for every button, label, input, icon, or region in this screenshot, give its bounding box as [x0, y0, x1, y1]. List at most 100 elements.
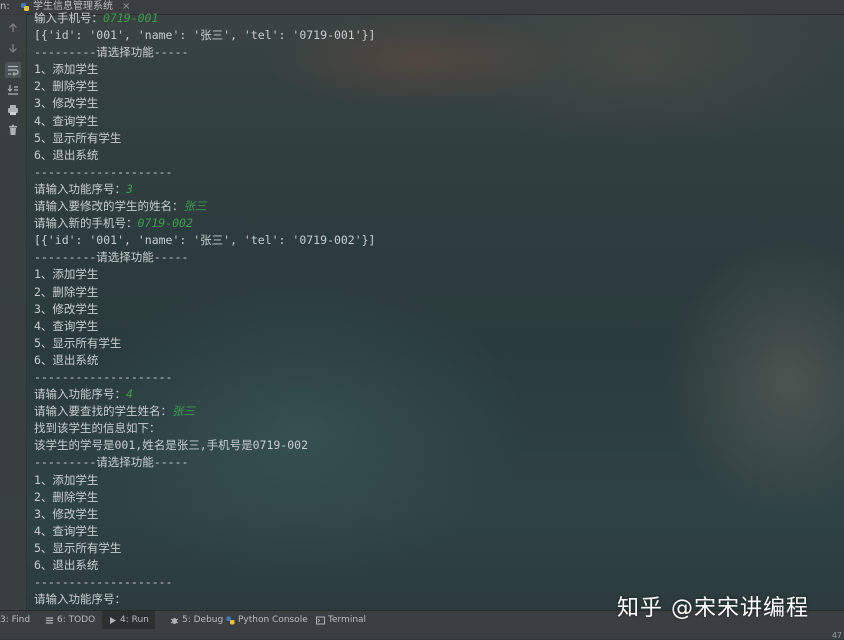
- console-line: ---------请选择功能-----: [34, 454, 834, 471]
- arrow-up-icon: [9, 23, 17, 32]
- console-output-text: 3、修改学生: [34, 506, 99, 521]
- console-line: 6、退出系统: [34, 352, 834, 369]
- status-number: 47: [831, 631, 842, 640]
- run-icon: [110, 616, 116, 624]
- console-output-text: --------------------: [34, 369, 173, 384]
- console-output-text: 2、删除学生: [34, 79, 99, 94]
- console-line: [{'id': '001', 'name': '张三', 'tel': '071…: [34, 27, 834, 44]
- console-output-text: 该学生的学号是001,姓名是张三,手机号是0719-002: [34, 438, 309, 453]
- run-label: n:: [0, 1, 10, 12]
- terminal-tab-label: Terminal: [328, 615, 367, 625]
- console-output-text: 1、添加学生: [34, 62, 99, 77]
- console-line: 该学生的学号是001,姓名是张三,手机号是0719-002: [34, 437, 834, 454]
- find-tab-label: 3: Find: [0, 615, 31, 625]
- console-user-input: 3: [126, 181, 133, 196]
- console-output-text: [{'id': '001', 'name': '张三', 'tel': '071…: [34, 233, 376, 248]
- console-line: 4、查询学生: [34, 318, 834, 335]
- run-tool-tab[interactable]: 4: Run: [102, 611, 155, 629]
- terminal-tab[interactable]: Terminal: [316, 611, 366, 629]
- console-output-text: 6、退出系统: [34, 147, 99, 162]
- console-user-input: 4: [126, 387, 133, 402]
- console-output-text: 请输入新的手机号：: [34, 216, 138, 231]
- todo-tab[interactable]: 6: TODO: [45, 611, 95, 629]
- console-output-text: 请输入功能序号：: [34, 592, 126, 607]
- console-line: 输入手机号：0719-001: [34, 10, 834, 27]
- console-output-text: 1、添加学生: [34, 472, 99, 487]
- debug-tab-label: 5: Debug: [182, 615, 224, 625]
- console-line: 找到该学生的信息如下：: [34, 420, 834, 437]
- zhihu-watermark: 知乎 @宋宋讲编程: [617, 596, 809, 621]
- console-line: 请输入功能序号：4: [34, 386, 834, 403]
- console-output-text: 4、查询学生: [34, 523, 99, 538]
- console-output-text: 1、添加学生: [34, 267, 99, 282]
- console-output-text: 4、查询学生: [34, 113, 99, 128]
- console-output-text: 2、删除学生: [34, 284, 99, 299]
- console-output-text: 6、退出系统: [34, 558, 99, 572]
- console-output-text: 找到该学生的信息如下：: [34, 421, 161, 436]
- up-button[interactable]: [5, 20, 21, 36]
- scroll-to-end-button[interactable]: [5, 82, 21, 98]
- console-output-text: 5、显示所有学生: [34, 130, 122, 145]
- console-line: 1、添加学生: [34, 266, 834, 283]
- console-output-text: 请输入功能序号：: [34, 387, 126, 402]
- console-line: 请输入功能序号：3: [34, 181, 834, 198]
- console-line: 6、退出系统: [34, 557, 834, 574]
- console-line: ---------请选择功能-----: [34, 44, 834, 61]
- console-line: 2、删除学生: [34, 489, 834, 506]
- soft-wrap-button[interactable]: [5, 62, 21, 78]
- console-line: 3、修改学生: [34, 506, 834, 523]
- console-output-text: --------------------: [34, 164, 173, 179]
- console-output-text: 3、修改学生: [34, 301, 99, 316]
- trash-icon: [9, 124, 17, 135]
- todo-tab-label: 6: TODO: [57, 615, 96, 625]
- console-line: 3、修改学生: [34, 301, 834, 318]
- console-output-text: 4、查询学生: [34, 318, 99, 333]
- console-line: 2、删除学生: [34, 78, 834, 95]
- console-line: 1、添加学生: [34, 472, 834, 489]
- console-output-text: ---------请选择功能-----: [34, 250, 189, 265]
- down-button[interactable]: [5, 40, 21, 56]
- console-line: --------------------: [34, 369, 834, 386]
- console-output[interactable]: 输入手机号：0719-001 [{'id': '001', 'name': '张三…: [34, 10, 834, 610]
- console-user-input: 张三: [183, 199, 207, 214]
- python-console-tab-label: Python Console: [238, 615, 308, 625]
- scroll-to-end-icon: [7, 85, 18, 95]
- print-icon: [8, 105, 18, 115]
- console-output-text: ---------请选择功能-----: [34, 45, 189, 60]
- terminal-icon: [316, 616, 325, 624]
- find-tab[interactable]: 3: Find: [0, 611, 30, 629]
- console-output-text: ---------请选择功能-----: [34, 455, 189, 470]
- console-output-text: 5、显示所有学生: [34, 540, 122, 555]
- console-output-text: 输入手机号：: [34, 11, 103, 25]
- console-line: --------------------: [34, 164, 834, 181]
- bug-icon: [170, 617, 179, 624]
- console-line: 6、退出系统: [34, 147, 834, 164]
- debug-tab[interactable]: 5: Debug: [170, 611, 223, 629]
- console-line: --------------------: [34, 574, 834, 591]
- console-line: 2、删除学生: [34, 284, 834, 301]
- console-line: 5、显示所有学生: [34, 335, 834, 352]
- console-output-text: [{'id': '001', 'name': '张三', 'tel': '071…: [34, 28, 376, 43]
- console-output-text: 6、退出系统: [34, 352, 99, 367]
- console-line: ---------请选择功能-----: [34, 249, 834, 266]
- console-line: 5、显示所有学生: [34, 130, 834, 147]
- console-user-input: 0719-001: [103, 11, 159, 25]
- console-output-text: 5、显示所有学生: [34, 335, 122, 350]
- arrow-down-icon: [9, 44, 17, 53]
- console-line: 4、查询学生: [34, 523, 834, 540]
- console-line: 3、修改学生: [34, 95, 834, 112]
- run-tool-tab-label: 4: Run: [120, 615, 149, 625]
- console-output-text: 请输入要修改的学生的姓名：: [34, 199, 184, 214]
- python-console-tab[interactable]: Python Console: [226, 611, 308, 629]
- clear-all-button[interactable]: [5, 122, 21, 138]
- console-line: [{'id': '001', 'name': '张三', 'tel': '071…: [34, 232, 834, 249]
- console-output-text: 请输入要查找的学生姓名：: [34, 404, 172, 419]
- console-toolbar: [0, 14, 27, 610]
- print-button[interactable]: [5, 102, 21, 118]
- console-line: 请输入新的手机号：0719-002: [34, 215, 834, 232]
- console-output-text: 2、删除学生: [34, 489, 99, 504]
- console-output-text: --------------------: [34, 575, 173, 590]
- console-output-text: 请输入功能序号：: [34, 181, 126, 196]
- console-line: 1、添加学生: [34, 61, 834, 78]
- console-output-text: 3、修改学生: [34, 96, 99, 111]
